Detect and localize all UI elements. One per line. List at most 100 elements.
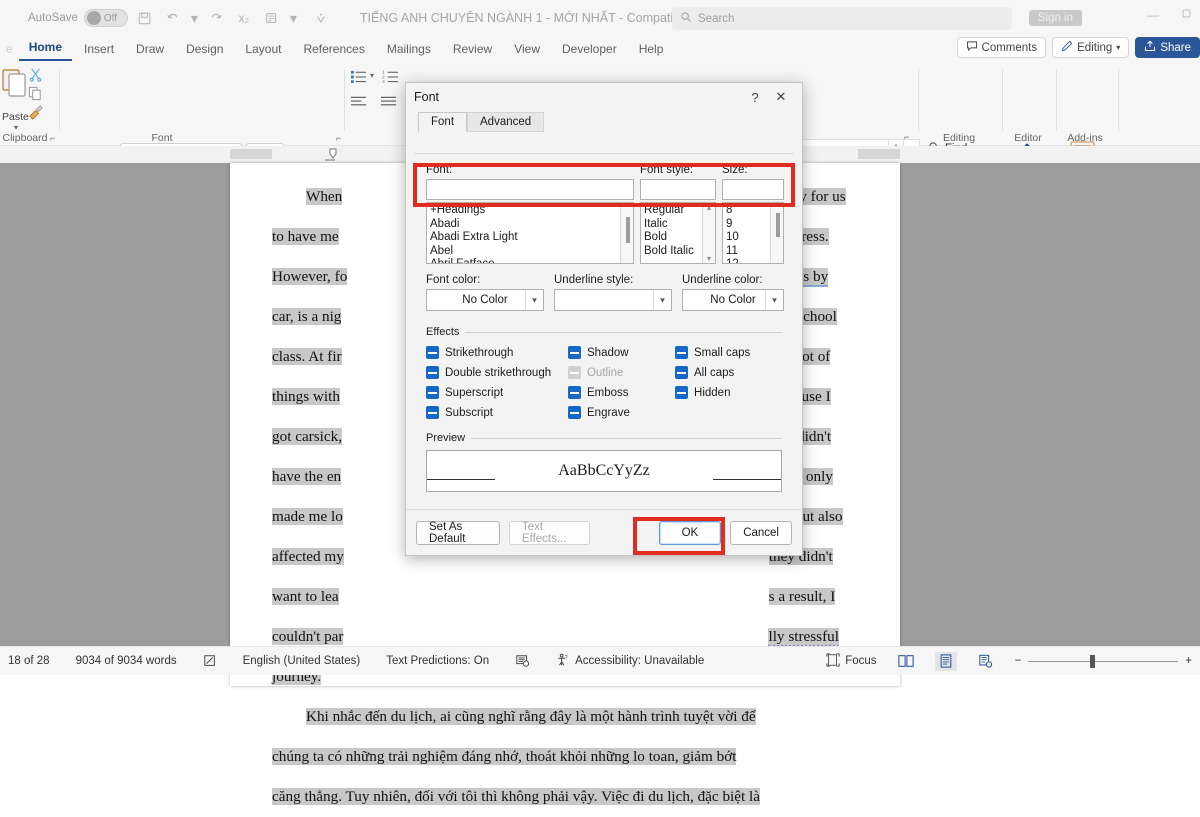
ok-button[interactable]: OK [659, 521, 722, 545]
ribbon-tab-design[interactable]: Design [176, 40, 233, 61]
bullet-chevron-down-icon[interactable]: ▾ [370, 71, 374, 80]
save-icon[interactable] [134, 7, 156, 29]
ribbon-tab-references[interactable]: References [293, 40, 374, 61]
redo-icon[interactable] [205, 7, 227, 29]
ribbon-tab-draw[interactable]: Draw [126, 40, 174, 61]
editing-mode-button[interactable]: Editing ▾ [1052, 37, 1129, 58]
ribbon-tab-view[interactable]: View [504, 40, 550, 61]
dialog-tab-advanced[interactable]: Advanced [467, 112, 544, 132]
zoom-slider-thumb[interactable] [1090, 655, 1095, 668]
font-name-textbox[interactable] [426, 179, 634, 200]
underline-color-dropdown[interactable]: No Color ▾ [682, 289, 784, 311]
accessibility-indicator[interactable]: ? Accessibility: Unavailable [556, 653, 704, 670]
dialog-tab-font[interactable]: Font [418, 112, 467, 132]
customize-quick-access-icon[interactable]: ⩒ [310, 7, 332, 29]
autosave-toggle[interactable]: Off [84, 9, 128, 27]
font-color-dropdown[interactable]: No Color ▾ [426, 289, 544, 311]
effect-subscript[interactable]: Subscript [426, 406, 568, 419]
effect-hidden[interactable]: Hidden [675, 386, 782, 399]
font-list-item[interactable]: +Headings [430, 204, 633, 218]
zoom-slider-track[interactable] [1028, 661, 1178, 662]
sign-in-button[interactable]: Sign in [1029, 10, 1082, 26]
bullet-list-button[interactable] [350, 69, 367, 87]
font-size-list[interactable]: 8 9 10 11 12 [722, 202, 784, 264]
undo-dropdown-icon[interactable]: ▾ [190, 7, 199, 29]
effect-shadow[interactable]: Shadow [568, 346, 675, 359]
font-list-scroll-thumb[interactable] [626, 217, 630, 243]
styles-dialog-launcher-icon[interactable]: ⌐ [904, 132, 909, 142]
font-dialog[interactable]: Font ? ✕ Font Advanced Font: +Headings A… [405, 82, 803, 556]
checkbox-indeterminate-icon[interactable] [426, 406, 439, 419]
checkbox-indeterminate-icon[interactable] [675, 386, 688, 399]
share-button[interactable]: Share [1135, 37, 1200, 58]
ribbon-tab-insert[interactable]: Insert [74, 40, 124, 61]
set-as-default-button[interactable]: Set As Default [416, 521, 500, 545]
proofing-errors-icon[interactable] [203, 654, 217, 668]
font-list-item[interactable]: Abadi Extra Light [430, 231, 633, 245]
effect-small-caps[interactable]: Small caps [675, 346, 782, 359]
close-icon[interactable]: ✕ [768, 89, 794, 105]
font-size-scroll-thumb[interactable] [776, 213, 780, 237]
ribbon-tab-home[interactable]: Home [19, 38, 72, 61]
effect-all-caps[interactable]: All caps [675, 366, 782, 379]
font-style-scrollbar[interactable]: ▴ ▾ [702, 203, 715, 263]
ribbon-tab-developer[interactable]: Developer [552, 40, 627, 61]
zoom-out-button[interactable]: − [1015, 655, 1022, 667]
scroll-down-icon[interactable]: ▾ [707, 254, 711, 263]
font-list-item[interactable]: Abadi [430, 218, 633, 232]
language-indicator[interactable]: English (United States) [243, 655, 361, 667]
checkbox-indeterminate-icon[interactable] [675, 366, 688, 379]
effect-superscript[interactable]: Superscript [426, 386, 568, 399]
checkbox-indeterminate-icon[interactable] [426, 366, 439, 379]
effect-engrave[interactable]: Engrave [568, 406, 675, 419]
ribbon-tab-help[interactable]: Help [629, 40, 674, 61]
restore-button[interactable] [1181, 8, 1192, 22]
checkbox-indeterminate-icon[interactable] [568, 386, 581, 399]
page-indicator[interactable]: 18 of 28 [8, 655, 50, 667]
print-layout-icon[interactable] [935, 652, 957, 671]
font-list[interactable]: +Headings Abadi Abadi Extra Light Abel A… [426, 202, 634, 264]
ribbon-tab-mailings[interactable]: Mailings [377, 40, 441, 61]
chevron-down-icon[interactable]: ▾ [765, 290, 783, 310]
scroll-up-icon[interactable]: ▴ [707, 203, 711, 212]
ribbon-tab-review[interactable]: Review [443, 40, 502, 61]
display-settings-icon[interactable] [515, 654, 530, 668]
comment-dropdown-icon[interactable]: ▾ [289, 7, 298, 29]
numbered-list-button[interactable]: 123 [382, 69, 399, 87]
font-style-textbox[interactable] [640, 179, 716, 200]
chevron-down-icon[interactable]: ▾ [653, 290, 671, 310]
format-painter-icon[interactable] [28, 105, 43, 123]
copy-icon[interactable] [28, 86, 43, 104]
comments-button[interactable]: Comments [957, 37, 1047, 58]
checkbox-indeterminate-icon[interactable] [568, 406, 581, 419]
ribbon-tab-layout[interactable]: Layout [235, 40, 291, 61]
checkbox-indeterminate-icon[interactable] [426, 346, 439, 359]
focus-mode-button[interactable]: Focus [826, 653, 876, 670]
text-predictions-indicator[interactable]: Text Predictions: On [386, 655, 489, 667]
chevron-down-icon[interactable]: ▾ [525, 290, 543, 310]
effect-strikethrough[interactable]: Strikethrough [426, 346, 568, 359]
paste-dropdown-chevron-icon[interactable]: ▾ [14, 123, 18, 132]
word-count[interactable]: 9034 of 9034 words [76, 655, 177, 667]
zoom-in-button[interactable]: + [1185, 655, 1192, 667]
search-input[interactable]: Search [672, 7, 1012, 30]
font-size-textbox[interactable] [722, 179, 784, 200]
font-list-item[interactable]: Abril Fatface [430, 258, 633, 264]
effect-emboss[interactable]: Emboss [568, 386, 675, 399]
checkbox-indeterminate-icon[interactable] [426, 386, 439, 399]
font-dialog-launcher-icon[interactable]: ⌐ [336, 133, 341, 143]
font-list-item[interactable]: Abel [430, 245, 633, 259]
align-left-button[interactable] [350, 95, 367, 112]
font-style-list[interactable]: Regular Italic Bold Bold Italic ▴ ▾ [640, 202, 716, 264]
web-layout-icon[interactable] [975, 652, 997, 671]
effect-double-strikethrough[interactable]: Double strikethrough [426, 366, 568, 379]
checkbox-indeterminate-icon[interactable] [675, 346, 688, 359]
align-justify-button[interactable] [380, 95, 397, 112]
new-comment-icon[interactable] [261, 7, 283, 29]
underline-style-dropdown[interactable]: ▾ [554, 289, 672, 311]
subscript-icon[interactable]: x₂ [233, 7, 255, 29]
help-icon[interactable]: ? [742, 90, 768, 105]
undo-icon[interactable] [162, 7, 184, 29]
cut-icon[interactable] [28, 67, 43, 85]
minimize-button[interactable]: — [1147, 8, 1159, 22]
